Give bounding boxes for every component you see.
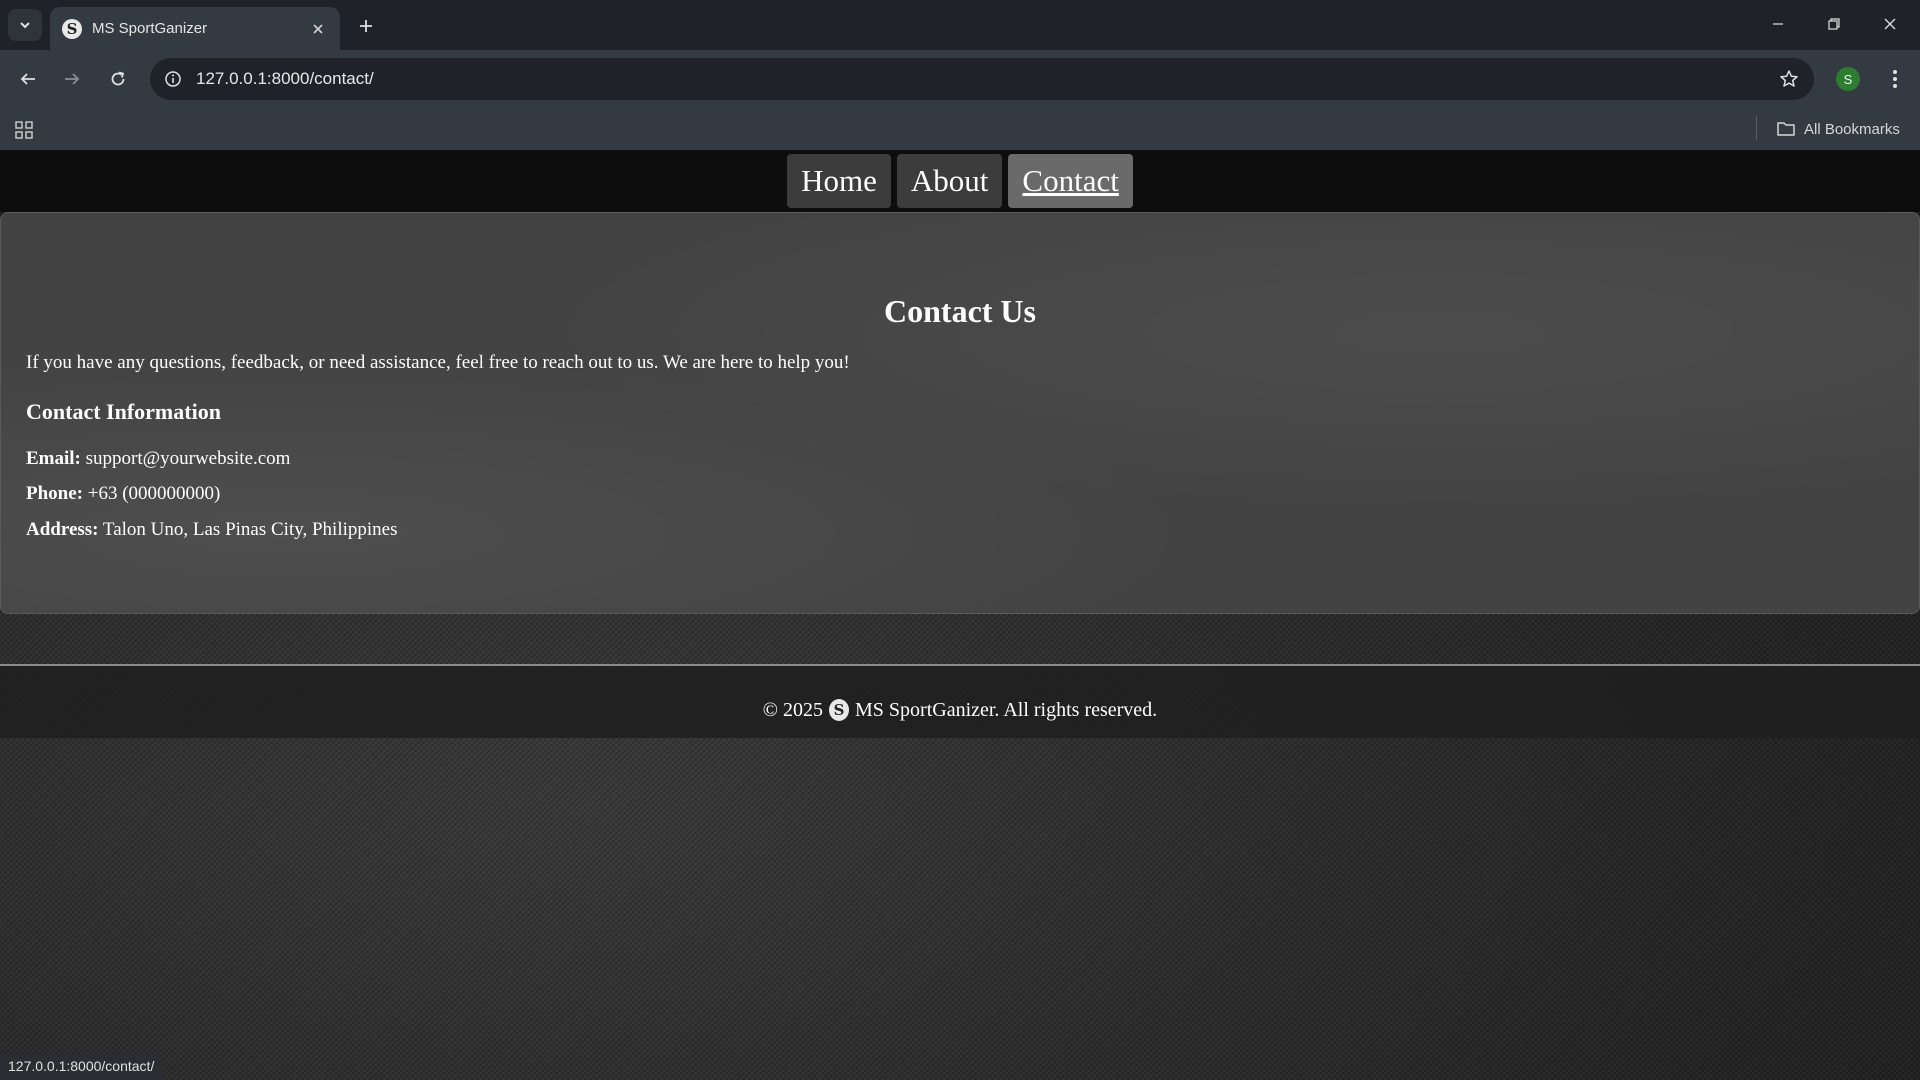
minimize-icon [1773, 23, 1783, 25]
address-line: Address: Talon Uno, Las Pinas City, Phil… [26, 519, 398, 541]
restore-button[interactable] [1812, 8, 1856, 40]
page-viewport: Home About Contact Contact Us If you hav… [0, 150, 1920, 1080]
tab-strip: S MS SportGanizer [0, 0, 1920, 50]
plus-icon [360, 20, 372, 32]
bookmarks-bar: All Bookmarks [0, 108, 1920, 150]
nav-link-contact[interactable]: Contact [1008, 154, 1133, 208]
close-icon [1884, 18, 1896, 30]
email-label: Email: [26, 448, 81, 469]
site-footer: © 2025 S MS SportGanizer. All rights res… [0, 666, 1920, 738]
arrow-left-icon [20, 73, 35, 85]
folder-icon [1777, 122, 1795, 136]
contact-information-heading: Contact Information [26, 399, 221, 424]
more-vertical-icon [1893, 70, 1897, 88]
minimize-button[interactable] [1756, 8, 1800, 40]
star-icon [1780, 70, 1798, 87]
grid-icon [15, 121, 33, 139]
site-info-button[interactable] [158, 64, 188, 94]
profile-avatar[interactable]: S [1836, 67, 1860, 91]
sportganizer-favicon-icon: S [62, 18, 82, 39]
tab-search-button[interactable] [8, 9, 42, 41]
bookmark-star-button[interactable] [1774, 64, 1804, 94]
browser-menu-button[interactable] [1880, 63, 1910, 95]
bookmarks-divider [1756, 116, 1757, 140]
sportganizer-logo-icon: S [829, 699, 849, 721]
email-value: support@yourwebsite.com [85, 448, 291, 469]
page-title: Contact Us [884, 293, 1036, 329]
browser-toolbar: 127.0.0.1:8000/contact/ S [0, 50, 1920, 108]
url-text[interactable]: 127.0.0.1:8000/contact/ [196, 69, 374, 89]
address-bar[interactable]: 127.0.0.1:8000/contact/ [150, 58, 1814, 100]
nav-link-about[interactable]: About [896, 154, 1003, 208]
phone-label: Phone: [26, 483, 83, 504]
contact-card: Contact Us If you have any questions, fe… [0, 212, 1920, 614]
info-icon [165, 71, 181, 87]
browser-tab-active[interactable]: S MS SportGanizer [50, 7, 340, 50]
apps-button[interactable] [12, 118, 36, 142]
reload-icon [111, 71, 125, 86]
phone-value: +63 (000000000) [87, 483, 221, 504]
all-bookmarks-label: All Bookmarks [1804, 120, 1900, 138]
reload-button[interactable] [102, 63, 134, 95]
new-tab-button[interactable] [352, 12, 380, 40]
close-window-button[interactable] [1868, 8, 1912, 40]
address-value: Talon Uno, Las Pinas City, Philippines [102, 519, 398, 540]
nav-link-home[interactable]: Home [787, 154, 891, 208]
tab-close-button[interactable] [306, 17, 330, 41]
contact-intro-text: If you have any questions, feedback, or … [26, 352, 850, 373]
chevron-down-icon [20, 22, 30, 29]
arrow-right-icon [65, 73, 80, 85]
address-label: Address: [26, 519, 99, 540]
phone-line: Phone: +63 (000000000) [26, 483, 220, 505]
tab-title: MS SportGanizer [92, 20, 208, 37]
email-line: Email: support@yourwebsite.com [26, 448, 290, 470]
all-bookmarks-button[interactable]: All Bookmarks [1776, 117, 1900, 141]
footer-copyright-text: MS SportGanizer. All rights reserved. [855, 698, 1158, 721]
back-button[interactable] [12, 63, 44, 95]
status-bar-url: 127.0.0.1:8000/contact/ [0, 1054, 163, 1080]
site-navigation: Home About Contact [0, 150, 1920, 212]
close-icon [313, 23, 323, 34]
footer-copyright-prefix: © 2025 [762, 698, 823, 721]
restore-icon [1828, 18, 1840, 30]
forward-button[interactable] [56, 63, 88, 95]
